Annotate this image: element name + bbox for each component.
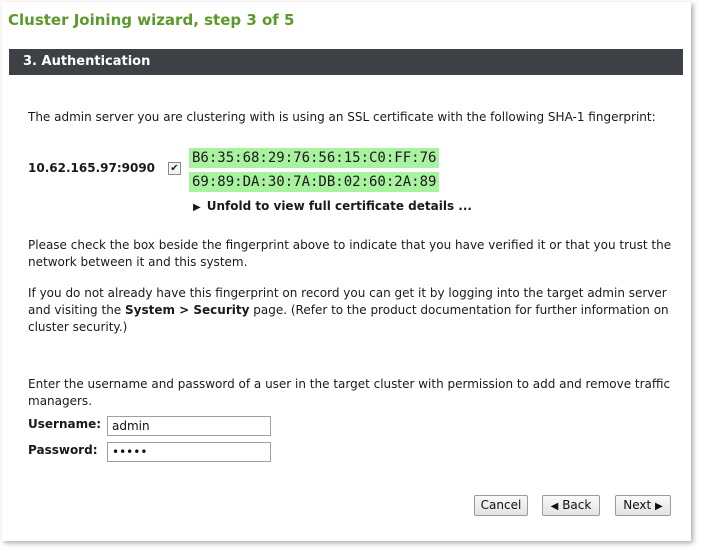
record-instructions: If you do not already have this fingerpr… <box>28 285 678 336</box>
host-address: 10.62.165.97:9090 <box>28 161 156 175</box>
username-label: Username: <box>28 417 102 431</box>
fingerprint-line-1: B6:35:68:29:76:56:15:C0:FF:76 <box>189 148 440 168</box>
intro-text: The admin server you are clustering with… <box>28 110 656 124</box>
username-input[interactable] <box>107 416 271 436</box>
expand-arrow-icon: ▶ <box>193 202 201 213</box>
verify-instructions: Please check the box beside the fingerpr… <box>28 238 672 269</box>
back-button[interactable]: ◀ Back <box>542 495 600 516</box>
wizard-window: Cluster Joining wizard, step 3 of 5 3. A… <box>2 2 691 541</box>
next-arrow-icon: ▶ <box>655 501 663 512</box>
unfold-certificate-details-link[interactable]: ▶ Unfold to view full certificate details… <box>193 199 472 213</box>
password-input[interactable] <box>107 442 271 462</box>
credentials-instructions: Enter the username and password of a use… <box>28 377 671 408</box>
password-label: Password: <box>28 443 98 457</box>
unfold-label: Unfold to view full certificate details … <box>206 199 472 213</box>
system-security-page-name: System > Security <box>125 303 250 317</box>
checkmark-icon: ✔ <box>170 163 179 174</box>
fingerprint-line-2: 69:89:DA:30:7A:DB:02:60:2A:89 <box>189 172 440 192</box>
back-label: Back <box>562 498 592 512</box>
wizard-title: Cluster Joining wizard, step 3 of 5 <box>8 11 295 29</box>
fingerprint-verified-checkbox[interactable]: ✔ <box>168 162 181 175</box>
section-header: 3. Authentication <box>9 49 683 75</box>
next-button[interactable]: Next ▶ <box>615 495 671 516</box>
back-arrow-icon: ◀ <box>550 501 559 512</box>
cancel-button[interactable]: Cancel <box>474 495 528 516</box>
next-label: Next <box>623 498 652 512</box>
